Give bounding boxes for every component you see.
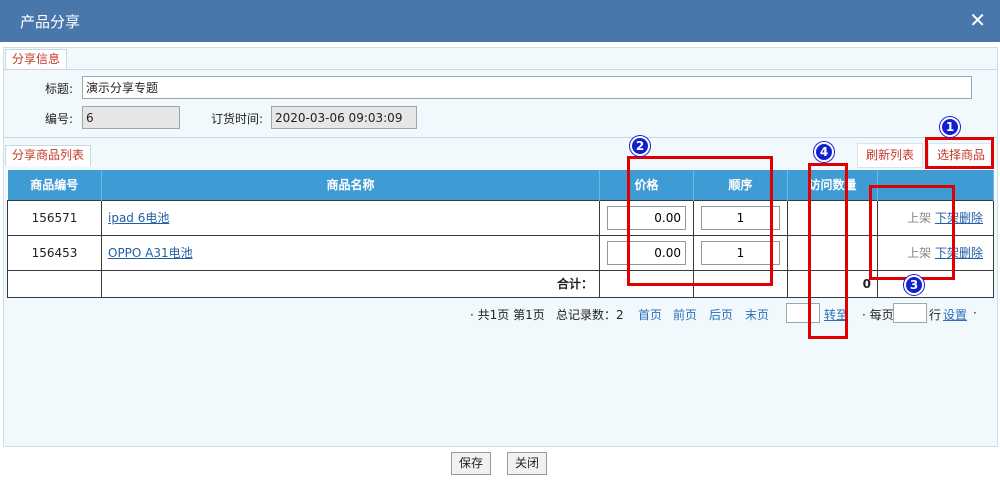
pager-first[interactable]: 首页 [638, 306, 662, 323]
delete-link[interactable]: 删除 [959, 211, 983, 225]
highlight-box [869, 185, 955, 280]
close-icon[interactable]: ✕ [969, 8, 986, 32]
settings-link[interactable]: 设置 [943, 306, 967, 323]
product-name-cell: ipad 6电池 [101, 199, 600, 236]
divider [3, 137, 998, 138]
marker-badge: 1 [940, 117, 960, 137]
title-label: 标题: [45, 82, 74, 96]
highlight-box [925, 137, 994, 169]
pager-summary: · 共1页 第1页 [470, 308, 545, 322]
highlight-box [627, 156, 773, 286]
dialog-title: 产品分享 [20, 13, 81, 31]
marker-badge: 4 [814, 142, 834, 162]
highlight-box [808, 163, 848, 339]
pager-next[interactable]: 后页 [709, 306, 733, 323]
product-name-link[interactable]: OPPO A31电池 [108, 246, 193, 260]
order-time-label: 订货时间: [211, 112, 264, 126]
col-product-code: 商品编号 [7, 170, 102, 200]
tab-product-list[interactable]: 分享商品列表 [5, 145, 92, 166]
product-name-cell: OPPO A31电池 [101, 234, 600, 271]
delete-link[interactable]: 删除 [959, 246, 983, 260]
per-page-input[interactable] [893, 303, 927, 323]
code-field [82, 106, 180, 129]
tab-share-info[interactable]: 分享信息 [5, 49, 68, 70]
dialog-titlebar: 产品分享 ✕ [0, 0, 1000, 42]
title-input[interactable] [82, 76, 972, 99]
col-product-name: 商品名称 [101, 170, 600, 200]
product-code: 156571 [7, 199, 102, 236]
marker-badge: 2 [630, 136, 650, 156]
pager-records: 总记录数：2 [556, 308, 624, 322]
row-unit-label: 行 [929, 308, 942, 322]
save-button[interactable]: 保存 [451, 452, 492, 475]
code-label: 编号: [45, 112, 74, 126]
product-name-link[interactable]: ipad 6电池 [108, 211, 169, 225]
product-code: 156453 [7, 234, 102, 271]
pager-end-dot: · [973, 306, 977, 320]
pager-prev[interactable]: 前页 [673, 306, 697, 323]
refresh-list-button[interactable]: 刷新列表 [857, 143, 924, 168]
pager-last[interactable]: 末页 [745, 306, 769, 323]
total-label: 合计： [101, 269, 600, 298]
close-button[interactable]: 关闭 [507, 452, 548, 475]
per-page-label: · 每页 [862, 308, 894, 322]
marker-badge: 3 [904, 275, 924, 295]
order-time-field [271, 106, 417, 129]
divider [3, 69, 998, 70]
